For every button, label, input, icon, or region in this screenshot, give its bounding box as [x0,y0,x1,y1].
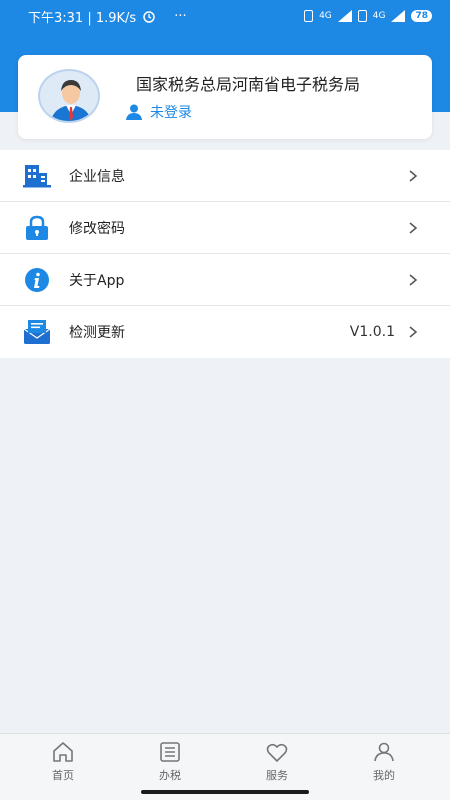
tab-label: 办税 [159,769,181,782]
menu-item-check-update[interactable]: 检测更新 V1.0.1 [0,306,450,358]
mail-icon [23,320,51,344]
lock-icon [26,215,48,240]
org-name: 国家税务总局河南省电子税务局 [136,75,361,94]
menu-item-label: 检测更新 [69,325,125,341]
tab-tax[interactable]: 办税 [140,740,200,783]
tab-label: 首页 [52,769,74,782]
battery-indicator: 78 [411,10,432,22]
profile-card[interactable]: 国家税务总局河南省电子税务局 未登录 [18,55,432,139]
user-icon [126,104,142,120]
avatar[interactable] [38,69,100,123]
home-icon [53,742,73,762]
menu-item-label: 关于App [69,272,125,289]
tab-label: 服务 [266,769,288,782]
chevron-right-icon [409,222,418,234]
menu-item-company-info[interactable]: 企业信息 [0,150,450,202]
menu-item-label: 修改密码 [69,220,125,237]
building-icon [23,165,51,188]
login-button[interactable]: 未登录 [125,102,192,122]
home-indicator[interactable] [141,790,309,794]
network-type-1: 4G [319,11,332,21]
chevron-right-icon [409,170,418,182]
tab-service[interactable]: 服务 [247,740,307,783]
info-icon [25,268,49,292]
login-status: 未登录 [150,105,192,121]
settings-menu: 企业信息 修改密码 关于App 检测更新 V1.0.1 [0,150,450,358]
tab-mine[interactable]: 我的 [354,740,414,783]
status-bar: 下午3:31 | 1.9K/s ··· 4G 4G 78 [0,0,450,32]
menu-item-label: 企业信息 [69,168,125,185]
network-type-2: 4G [372,11,386,21]
signal-icon [391,10,406,22]
tab-home[interactable]: 首页 [33,740,93,783]
list-icon [160,742,180,762]
person-avatar-icon [50,80,92,121]
sim-icon [357,10,367,22]
menu-item-change-password[interactable]: 修改密码 [0,202,450,254]
signal-icon [337,10,352,22]
alarm-icon [143,11,155,23]
app-version: V1.0.1 [349,324,395,340]
sim-icon [304,10,314,22]
heart-icon [266,743,288,763]
tab-label: 我的 [373,769,395,782]
user-icon [374,742,394,762]
status-time-speed: 下午3:31 | 1.9K/s [28,10,137,26]
chevron-right-icon [409,326,418,338]
status-more: ··· [174,8,187,24]
menu-item-about-app[interactable]: 关于App [0,254,450,306]
chevron-right-icon [409,274,418,286]
